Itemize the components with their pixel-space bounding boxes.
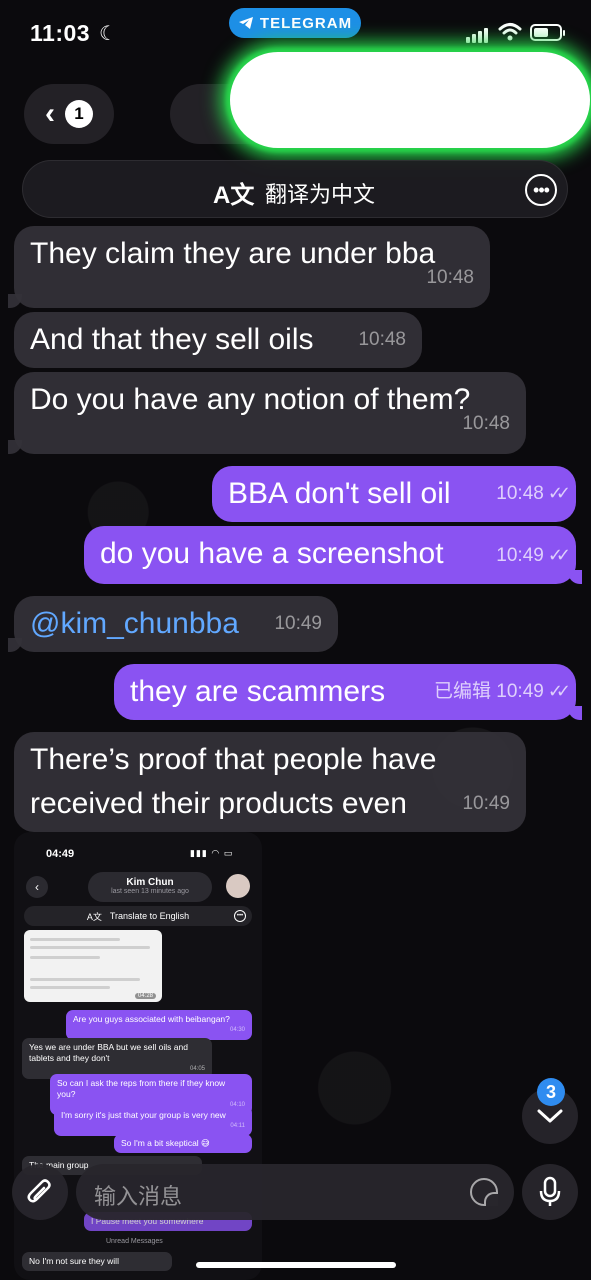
unread-count-badge: 1 xyxy=(65,100,93,128)
shot-avatar xyxy=(226,874,250,898)
shot-bubble-text: No I'm not sure they will xyxy=(29,1256,119,1266)
telegram-plane-icon xyxy=(238,17,253,29)
back-button[interactable]: ‹ 1 xyxy=(24,84,114,144)
double-check-icon: ✓✓ xyxy=(547,545,571,565)
shot-bubble: Are you guys associated with beibangan? … xyxy=(66,1010,252,1040)
shot-bubble-time: 04:30 xyxy=(229,1027,245,1033)
redaction-mark xyxy=(230,52,590,148)
status-time: 11:03 xyxy=(30,20,91,46)
message-text-line: There’s proof that people have xyxy=(30,743,437,776)
chevron-down-icon xyxy=(537,1109,563,1123)
shot-image-card: 04:28 xyxy=(24,930,162,1002)
shot-bubble-time: 04:11 xyxy=(230,1123,245,1129)
message-input[interactable]: 输入消息 xyxy=(76,1164,514,1220)
microphone-icon xyxy=(539,1176,561,1206)
message-bubble[interactable]: BBA don't sell oil 10:48 ✓✓ xyxy=(212,466,576,522)
shot-bubble: I'm sorry it's just that your group is v… xyxy=(54,1106,252,1136)
message-time: 10:49 xyxy=(496,681,544,702)
message-time: 10:49 xyxy=(462,793,510,814)
shot-contact-name: Kim Chun xyxy=(126,877,174,888)
home-indicator[interactable] xyxy=(196,1262,396,1268)
shot-more-icon: ••• xyxy=(234,910,246,922)
sticker-icon[interactable] xyxy=(470,1178,498,1206)
message-bubble[interactable]: There’s proof that people have received … xyxy=(14,732,526,832)
chevron-left-icon: ‹ xyxy=(45,97,55,130)
cellular-signal-icon xyxy=(466,28,488,43)
message-bubble[interactable]: They claim they are under bba 10:48 xyxy=(8,226,490,308)
message-meta: 10:48 ✓✓ xyxy=(496,471,571,516)
translate-label: 翻译为中文 xyxy=(265,183,376,208)
shot-bubble-text: So can I ask the reps from there if they… xyxy=(57,1078,226,1099)
mention-link[interactable]: @kim_chunbba xyxy=(30,607,239,640)
shot-bubble-text: I'm sorry it's just that your group is v… xyxy=(61,1110,226,1120)
shot-bubble-text: Are you guys associated with beibangan? xyxy=(73,1014,230,1024)
double-check-icon: ✓✓ xyxy=(547,483,571,503)
app-pill-label: TELEGRAM xyxy=(259,14,353,32)
shot-translate-bar: A文 Translate to English ••• xyxy=(24,906,252,926)
shot-bubble: No I'm not sure they will xyxy=(22,1252,172,1271)
message-bubble[interactable]: @kim_chunbba 10:49 xyxy=(8,596,338,652)
translate-bar[interactable]: A文 翻译为中文 ••• xyxy=(22,160,568,218)
shot-status-time: 04:49 xyxy=(46,848,75,860)
message-time: 10:49 xyxy=(274,613,322,634)
message-meta: 已编辑 10:49 ✓✓ xyxy=(433,669,571,714)
more-options-icon[interactable]: ••• xyxy=(525,174,557,206)
attach-button[interactable] xyxy=(12,1164,68,1220)
wifi-icon xyxy=(498,23,522,41)
message-bubble[interactable]: they are scammers 已编辑 10:49 ✓✓ xyxy=(114,664,582,720)
message-bubble[interactable]: do you have a screenshot 10:49 ✓✓ xyxy=(84,526,582,584)
telegram-app-pill[interactable]: TELEGRAM xyxy=(229,8,361,38)
shot-bubble: So I'm a bit skeptical 😅 xyxy=(114,1134,252,1153)
message-text: do you have a screenshot xyxy=(100,537,444,570)
shot-translate-icon: A文 xyxy=(86,911,102,922)
translate-icon: A文 xyxy=(213,182,255,209)
message-time: 10:48 xyxy=(496,483,544,504)
message-bubble[interactable]: And that they sell oils 10:48 xyxy=(14,312,422,368)
shot-last-seen: last seen 13 minutes ago xyxy=(111,888,189,895)
shot-bubble-text: Yes we are under BBA but we sell oils an… xyxy=(29,1042,188,1063)
message-time: 10:48 xyxy=(462,413,510,434)
double-check-icon: ✓✓ xyxy=(547,681,571,701)
shot-unread-divider: Unread Messages xyxy=(106,1238,163,1245)
message-text: They claim they are under bba xyxy=(30,237,436,270)
message-text: they are scammers xyxy=(130,675,386,708)
moon-icon: ☾ xyxy=(99,23,117,45)
shot-card-time: 04:28 xyxy=(134,993,156,999)
shot-contact-pill: Kim Chun last seen 13 minutes ago xyxy=(88,872,212,902)
message-meta: 10:49 ✓✓ xyxy=(496,533,571,578)
shot-status-icons: ▮▮▮ ◠ ▭ xyxy=(190,848,234,858)
message-text: Do you have any notion of them? xyxy=(30,383,471,416)
message-text: And that they sell oils xyxy=(30,323,314,356)
message-time: 10:48 xyxy=(358,329,406,350)
message-text: BBA don't sell oil xyxy=(228,477,451,510)
message-time: 10:48 xyxy=(426,267,474,288)
message-input-placeholder: 输入消息 xyxy=(94,1185,183,1210)
shot-translate-label: Translate to English xyxy=(109,911,190,921)
message-bubble[interactable]: Do you have any notion of them? 10:48 xyxy=(8,372,526,454)
edited-label: 已编辑 xyxy=(433,680,491,702)
unread-mentions-badge: 3 xyxy=(537,1078,565,1106)
voice-record-button[interactable] xyxy=(522,1164,578,1220)
battery-icon xyxy=(530,24,565,41)
message-text-line: received their products even xyxy=(30,787,407,820)
shot-bubble-text: So I'm a bit skeptical 😅 xyxy=(121,1138,210,1148)
paperclip-icon xyxy=(27,1179,51,1203)
shot-bubble: Yes we are under BBA but we sell oils an… xyxy=(22,1038,212,1079)
message-time: 10:49 xyxy=(496,545,544,566)
shot-chevron-left-icon: ‹ xyxy=(26,876,48,898)
